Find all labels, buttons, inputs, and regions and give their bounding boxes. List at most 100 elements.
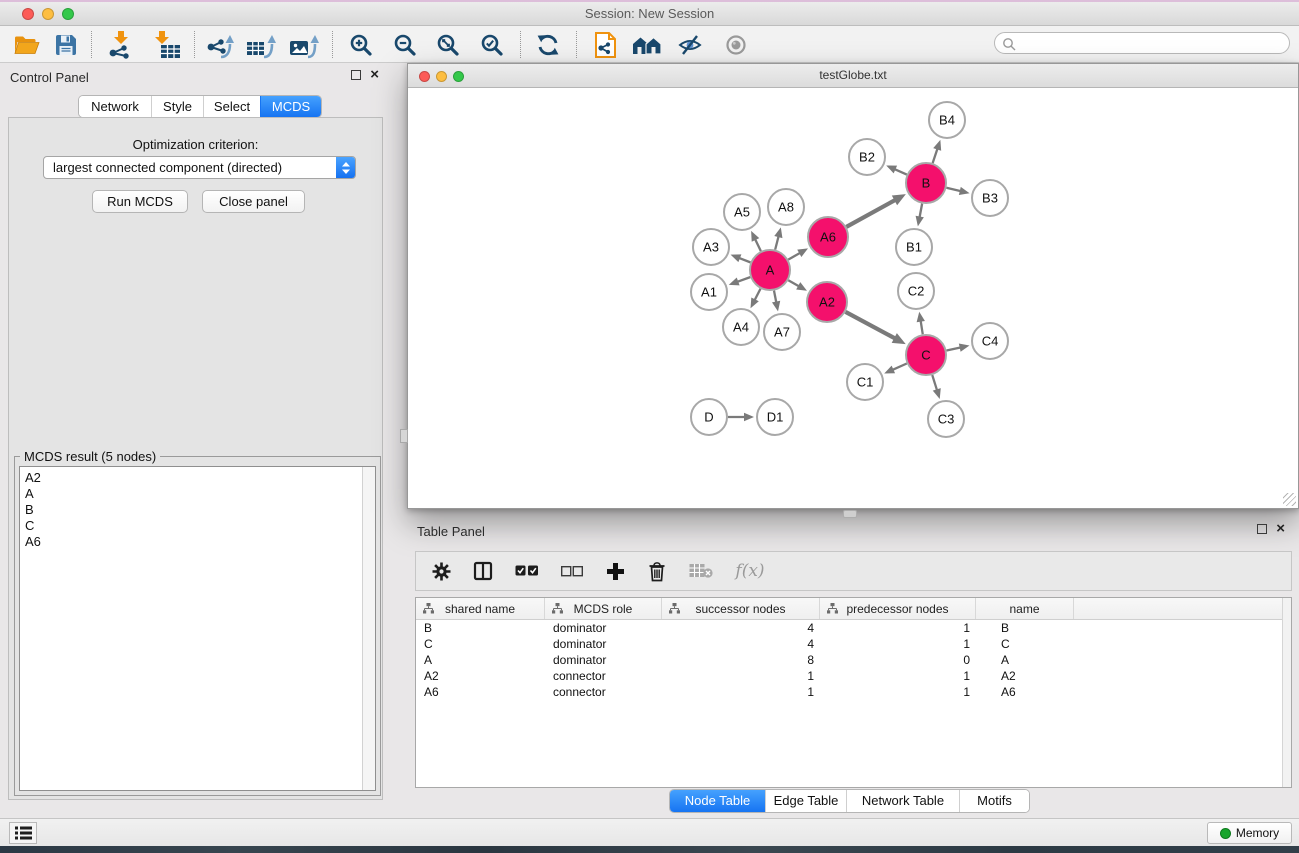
table-cell[interactable]: A6: [416, 684, 545, 700]
table-cell[interactable]: A: [416, 652, 545, 668]
table-cell[interactable]: B: [416, 620, 545, 636]
graph-edge[interactable]: [755, 238, 761, 251]
table-cell[interactable]: 8: [662, 652, 820, 668]
column-header-name[interactable]: name: [976, 598, 1074, 619]
table-cell[interactable]: 4: [662, 620, 820, 636]
tab-select[interactable]: Select: [203, 96, 260, 117]
import-network-button[interactable]: [104, 29, 138, 60]
tab-motifs[interactable]: Motifs: [959, 790, 1029, 812]
table-cell[interactable]: 1: [662, 668, 820, 684]
save-session-button[interactable]: [49, 29, 83, 60]
panel-collapse-grip[interactable]: [400, 429, 408, 443]
delete-row-button[interactable]: [645, 557, 669, 585]
search-input[interactable]: [1019, 34, 1283, 52]
zoom-fit-button[interactable]: [431, 29, 465, 60]
zoom-selected-button[interactable]: [475, 29, 509, 60]
graph-edge[interactable]: [894, 169, 907, 175]
mcds-result-item[interactable]: A6: [20, 534, 375, 550]
float-panel-icon[interactable]: [351, 70, 361, 80]
export-table-button[interactable]: [244, 29, 278, 60]
show-column-button[interactable]: [471, 557, 495, 585]
graph-edge[interactable]: [892, 363, 907, 370]
refresh-view-button[interactable]: [531, 29, 565, 60]
network-zoom-button[interactable]: [453, 71, 464, 82]
mcds-list-scrollbar[interactable]: [362, 467, 375, 790]
table-cell[interactable]: C: [416, 636, 545, 652]
table-cell[interactable]: 1: [820, 620, 976, 636]
graph-edge[interactable]: [736, 277, 750, 282]
table-cell[interactable]: C: [976, 636, 1074, 652]
table-cell[interactable]: dominator: [545, 620, 662, 636]
float-panel-icon[interactable]: [1257, 524, 1267, 534]
zoom-window-button[interactable]: [62, 8, 74, 20]
table-cell[interactable]: A2: [416, 668, 545, 684]
graph-edge[interactable]: [932, 375, 937, 391]
table-cell[interactable]: 1: [820, 684, 976, 700]
tab-edge-table[interactable]: Edge Table: [765, 790, 846, 812]
network-window-titlebar[interactable]: testGlobe.txt: [408, 64, 1298, 88]
run-mcds-button[interactable]: Run MCDS: [92, 190, 188, 213]
table-cell[interactable]: dominator: [545, 652, 662, 668]
deselect-all-button[interactable]: [559, 557, 585, 585]
mcds-result-item[interactable]: A2: [20, 470, 375, 486]
table-row[interactable]: A2connector11A2: [416, 668, 1291, 684]
column-header-predecessor-nodes[interactable]: predecessor nodes: [820, 598, 976, 619]
table-row[interactable]: Adominator80A: [416, 652, 1291, 668]
table-row[interactable]: A6connector11A6: [416, 684, 1291, 700]
graph-edge[interactable]: [775, 235, 779, 250]
mcds-result-item[interactable]: C: [20, 518, 375, 534]
graph-edge[interactable]: [919, 204, 922, 219]
table-scrollbar[interactable]: [1282, 598, 1291, 787]
graph-edge[interactable]: [788, 280, 800, 287]
network-minimize-button[interactable]: [436, 71, 447, 82]
zoom-in-button[interactable]: [344, 29, 378, 60]
table-cell[interactable]: connector: [545, 668, 662, 684]
close-window-button[interactable]: [22, 8, 34, 20]
show-view-button[interactable]: [719, 29, 753, 60]
network-close-button[interactable]: [419, 71, 430, 82]
table-cell[interactable]: 1: [820, 636, 976, 652]
column-header-successor-nodes[interactable]: successor nodes: [662, 598, 820, 619]
function-builder-button[interactable]: f(x): [733, 557, 767, 585]
tab-style[interactable]: Style: [151, 96, 203, 117]
table-row[interactable]: Cdominator41C: [416, 636, 1291, 652]
table-cell[interactable]: A: [976, 652, 1074, 668]
graph-edge[interactable]: [846, 199, 896, 226]
table-cell[interactable]: 1: [820, 668, 976, 684]
task-history-button[interactable]: [9, 822, 37, 844]
table-cell[interactable]: A2: [976, 668, 1074, 684]
memory-button[interactable]: Memory: [1207, 822, 1292, 844]
table-cell[interactable]: 1: [662, 684, 820, 700]
graph-edge[interactable]: [920, 320, 922, 335]
import-table-button[interactable]: [149, 29, 183, 60]
criterion-dropdown[interactable]: largest connected component (directed): [43, 156, 356, 179]
export-image-button[interactable]: [287, 29, 321, 60]
hide-view-button[interactable]: [673, 29, 707, 60]
graph-edge[interactable]: [946, 188, 961, 192]
minimize-window-button[interactable]: [42, 8, 54, 20]
tab-node-table[interactable]: Node Table: [670, 790, 765, 812]
open-session-button[interactable]: [10, 29, 44, 60]
table-cell[interactable]: dominator: [545, 636, 662, 652]
column-header-MCDS-role[interactable]: MCDS role: [545, 598, 662, 619]
show-all-views-button[interactable]: [630, 29, 664, 60]
table-cell[interactable]: A6: [976, 684, 1074, 700]
mcds-result-item[interactable]: B: [20, 502, 375, 518]
zoom-out-button[interactable]: [388, 29, 422, 60]
tab-network[interactable]: Network: [79, 96, 151, 117]
table-row[interactable]: Bdominator41B: [416, 620, 1291, 636]
column-header-shared-name[interactable]: shared name: [416, 598, 545, 619]
graph-edge[interactable]: [933, 148, 938, 164]
close-panel-icon[interactable]: ×: [1276, 523, 1285, 535]
graph-edge[interactable]: [754, 289, 760, 301]
create-network-view-button[interactable]: [589, 29, 623, 60]
close-panel-icon[interactable]: ×: [370, 69, 379, 81]
export-network-button[interactable]: [202, 29, 236, 60]
select-all-button[interactable]: [513, 557, 541, 585]
table-cell[interactable]: 0: [820, 652, 976, 668]
tab-network-table[interactable]: Network Table: [846, 790, 959, 812]
table-settings-button[interactable]: [429, 557, 453, 585]
add-row-button[interactable]: [603, 557, 627, 585]
table-cell[interactable]: 4: [662, 636, 820, 652]
table-cell[interactable]: B: [976, 620, 1074, 636]
